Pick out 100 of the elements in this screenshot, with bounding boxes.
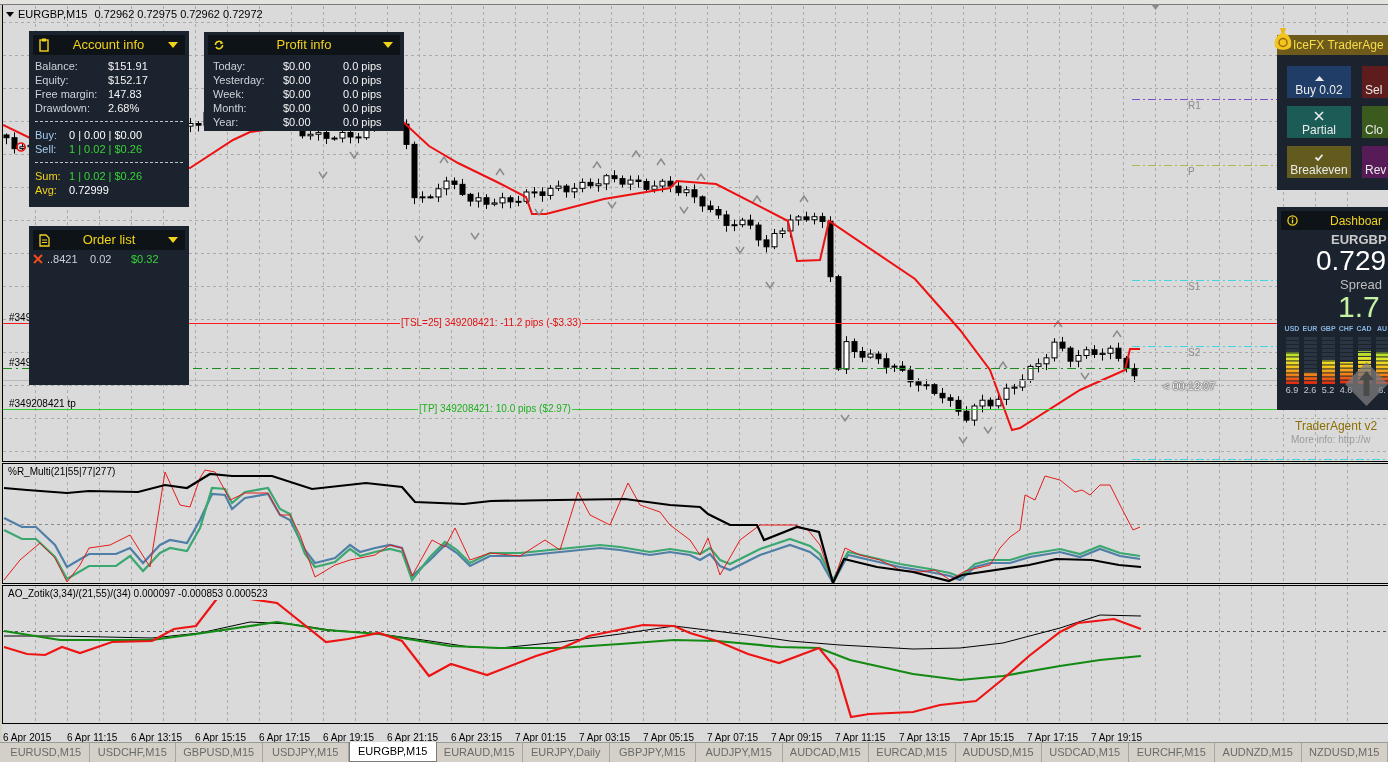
- period-label: Yesterday:: [213, 73, 266, 87]
- time-label: 7 Apr 13:15: [899, 732, 951, 743]
- panel-header[interactable]: Order list: [33, 230, 185, 250]
- pivot-label: S1: [1188, 281, 1201, 292]
- caret-down-icon[interactable]: [168, 42, 178, 48]
- time-label: 7 Apr 11:15: [835, 732, 886, 743]
- dropdown-triangle-icon[interactable]: [6, 11, 14, 17]
- profit-pips: 0.0 pips: [343, 73, 382, 87]
- profit-amount: $0.00: [283, 115, 312, 129]
- clipboard-icon: [39, 38, 49, 52]
- field-label: Balance:: [35, 59, 79, 73]
- profit-amount: $0.00: [283, 59, 312, 73]
- profit-amount: $0.00: [283, 73, 312, 87]
- strength-value: 2.6: [1303, 385, 1317, 396]
- panel-header[interactable]: Account info: [33, 35, 185, 55]
- chart-tab[interactable]: EURJPY,Daily: [523, 743, 610, 762]
- chart-tab[interactable]: AUDJPY,M15: [696, 743, 783, 762]
- chart-tab[interactable]: EURGBP,M15: [349, 742, 437, 762]
- summary-label: Avg:: [35, 183, 58, 197]
- spread-label: Spread: [1339, 277, 1383, 292]
- chart-tab[interactable]: AUDUSD,M15: [955, 743, 1042, 762]
- panel-header[interactable]: Profit info: [208, 35, 400, 55]
- period-label: Week:: [213, 87, 245, 101]
- profit-pips: 0.0 pips: [343, 115, 382, 129]
- chart-quotes: 0.72962 0.72975 0.72962 0.72972: [94, 7, 263, 21]
- footer-info: More info: http://w: [1291, 434, 1371, 446]
- chart-symbol: EURGBP,M15: [18, 7, 88, 21]
- time-label: 7 Apr 17:15: [1027, 732, 1079, 743]
- chart-tab[interactable]: EURCAD,M15: [869, 743, 956, 762]
- trade-button[interactable]: Breakeven: [1287, 146, 1351, 178]
- field-label: Equity:: [35, 73, 70, 87]
- profit-pips: 0.0 pips: [343, 59, 382, 73]
- profit-amount: $0.00: [283, 101, 312, 115]
- time-label: 7 Apr 01:15: [515, 732, 567, 743]
- strength-value: 6.: [1378, 385, 1386, 396]
- time-label: 6 Apr 2015: [3, 732, 52, 743]
- order-tag: #349208421 tp: [9, 398, 76, 409]
- chart-tab[interactable]: EURCHF,M15: [1128, 743, 1215, 762]
- chart-tab[interactable]: USDCHF,M15: [89, 743, 176, 762]
- time-label: 6 Apr 11:15: [67, 732, 118, 743]
- trade-button[interactable]: Clo: [1362, 106, 1388, 138]
- period-label: Year:: [213, 115, 240, 129]
- order-profit: $0.32: [131, 252, 159, 266]
- order-ticket: ..8421: [46, 252, 79, 266]
- time-label: 6 Apr 19:15: [323, 732, 375, 743]
- summary-label: Sum:: [35, 169, 62, 183]
- time-label: 6 Apr 15:15: [195, 732, 247, 743]
- chart-tab[interactable]: GBPJPY,M15: [609, 743, 696, 762]
- order-lots: 0.02: [90, 252, 113, 266]
- chart-tab[interactable]: AUDNZD,M15: [1215, 743, 1302, 762]
- dashboard-symbol: EURGBP: [1330, 232, 1388, 247]
- pivot-label: P: [1188, 166, 1195, 177]
- field-label: Free margin:: [35, 87, 99, 101]
- pivot-label: R1: [1188, 100, 1201, 111]
- pivot-label: S2: [1188, 347, 1201, 358]
- chart-tab[interactable]: EURAUD,M15: [436, 743, 523, 762]
- caret-down-icon[interactable]: [383, 42, 393, 48]
- chart-tab[interactable]: NZDUSD,M15: [1301, 743, 1388, 762]
- time-label: 7 Apr 09:15: [771, 732, 823, 743]
- time-label: 6 Apr 13:15: [131, 732, 183, 743]
- position-label: Buy:: [35, 128, 58, 142]
- chart-tab[interactable]: USDCAD,M15: [1042, 743, 1129, 762]
- trade-button[interactable]: Partial: [1287, 106, 1351, 138]
- x-icon: [1314, 111, 1324, 121]
- triangle-up-icon: [1314, 76, 1324, 81]
- spread-value: 1.7: [1337, 292, 1380, 322]
- field-value: $152.17: [108, 73, 148, 87]
- indicator-label: AO_Zotik(3,34)/(21,55)/(34) 0.000097 -0.000853 0.000523: [8, 588, 268, 600]
- chart-tab[interactable]: GBPUSD,M15: [176, 743, 263, 762]
- profit-pips: 0.0 pips: [343, 87, 382, 101]
- trade-button[interactable]: Buy 0.02: [1287, 66, 1351, 98]
- position-value: 0 | 0.00 | $0.00: [69, 128, 142, 142]
- info-icon: [1287, 215, 1298, 226]
- position-value: 1 | 0.02 | $0.26: [69, 142, 142, 156]
- summary-value: 0.72999: [69, 183, 109, 197]
- order-marker-icon: [16, 142, 26, 152]
- trade-button[interactable]: Rev: [1362, 146, 1388, 178]
- strength-value: 6.9: [1285, 385, 1299, 396]
- summary-value: 1 | 0.02 | $0.26: [69, 169, 142, 183]
- panel-title: Dashboar: [1330, 213, 1383, 228]
- caret-down-icon[interactable]: [168, 237, 178, 243]
- chart-tab[interactable]: AUDCAD,M15: [782, 743, 869, 762]
- close-icon[interactable]: [33, 254, 43, 264]
- time-label: 7 Apr 05:15: [643, 732, 695, 743]
- field-value: 147.83: [108, 87, 142, 101]
- field-label: Drawdown:: [35, 101, 92, 115]
- money-bag-icon: [1274, 27, 1292, 52]
- profit-pips: 0.0 pips: [343, 101, 382, 115]
- refresh-icon: [213, 40, 225, 50]
- dashboard-price: 0.729: [1315, 247, 1388, 275]
- check-icon: [1315, 154, 1323, 161]
- period-label: Month:: [213, 101, 248, 115]
- panel-title: Profit info: [275, 37, 333, 53]
- indicator-label: %R_Multi(21|55|77|277): [8, 466, 116, 478]
- chart-tab[interactable]: EURUSD,M15: [3, 743, 90, 762]
- time-label: 7 Apr 07:15: [707, 732, 759, 743]
- time-label: 6 Apr 23:15: [451, 732, 503, 743]
- panel-title: Account info: [71, 37, 146, 53]
- time-label: 6 Apr 21:15: [387, 732, 439, 743]
- trade-button[interactable]: Sel: [1362, 66, 1388, 98]
